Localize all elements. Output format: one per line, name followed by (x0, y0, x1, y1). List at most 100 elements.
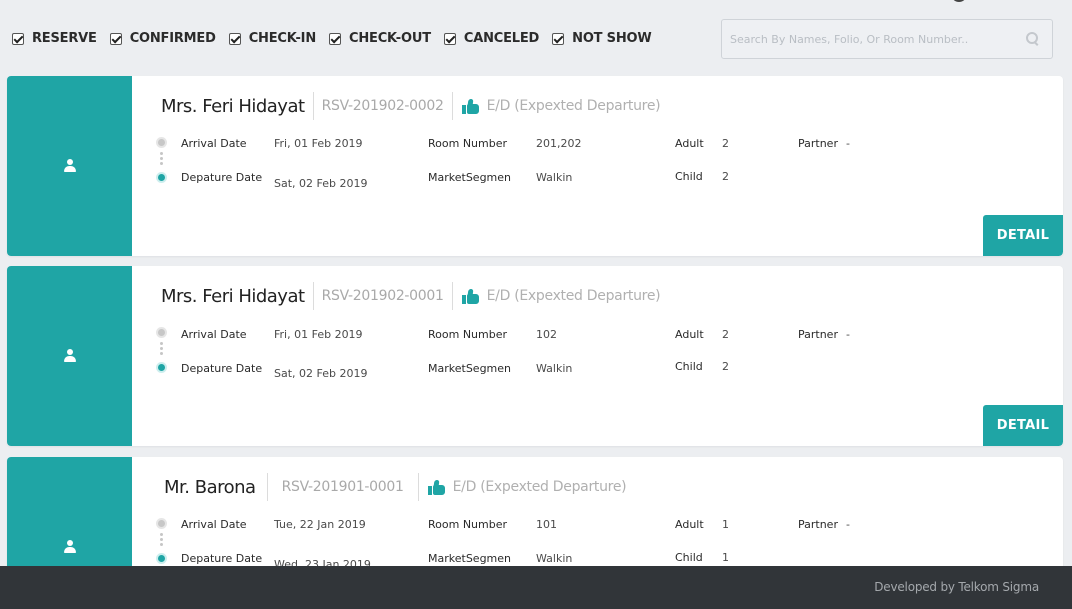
reservation-card: Mrs. Feri Hidayat RSV-201902-0002 E/D (E… (7, 76, 1063, 256)
departure-label: Depature Date (181, 362, 263, 375)
stay-timeline (155, 327, 169, 373)
status-text: E/D (Expexted Departure) (486, 98, 661, 114)
arrival-dot (156, 518, 167, 529)
market-segment: Walkin (536, 171, 573, 184)
arrival-dot (156, 327, 167, 338)
guest-avatar-panel (7, 76, 132, 256)
detail-button[interactable]: DETAIL (983, 405, 1063, 446)
filter-confirmed[interactable]: CONFIRMED (109, 31, 216, 46)
filter-label: CANCELED (463, 31, 540, 46)
confirmed-checkbox[interactable] (109, 32, 122, 45)
child-count: 2 (722, 360, 729, 373)
guest-name: Mrs. Feri Hidayat (161, 285, 305, 307)
departure-date: Sat, 02 Feb 2019 (274, 367, 368, 380)
partner-label: Partner (798, 328, 838, 341)
guest-name: Mr. Barona (164, 476, 256, 498)
filter-label: CHECK-IN (248, 31, 317, 46)
filter-check-in[interactable]: CHECK-IN (228, 31, 317, 46)
reservation-number: RSV-201901-0001 (281, 479, 404, 495)
user-icon (63, 349, 77, 363)
arrival-date: Fri, 01 Feb 2019 (274, 137, 363, 150)
filter-not-show[interactable]: NOT SHOW (552, 31, 652, 46)
child-label: Child (675, 551, 703, 564)
adult-count: 2 (722, 328, 729, 341)
partner-value: - (846, 518, 850, 531)
partner-label: Partner (798, 137, 838, 150)
filter-label: CONFIRMED (129, 31, 216, 46)
timeline-dots (160, 533, 163, 547)
thumbs-up-icon (461, 98, 479, 114)
departure-date: Sat, 02 Feb 2019 (274, 177, 368, 190)
room-label: Room Number (428, 328, 508, 341)
room-label: Room Number (428, 137, 508, 150)
filter-label: NOT SHOW (572, 31, 652, 46)
segment-label: MarketSegmen (428, 552, 511, 565)
room-label: Room Number (428, 518, 508, 531)
filter-check-out[interactable]: CHECK-OUT (329, 31, 431, 46)
search-box (721, 19, 1053, 59)
partner-label: Partner (798, 518, 838, 531)
departure-dot (156, 172, 167, 183)
room-number: 201,202 (536, 137, 582, 150)
stay-timeline (155, 518, 169, 564)
detail-button[interactable]: DETAIL (983, 215, 1063, 256)
reserve-checkbox[interactable] (12, 32, 24, 45)
guest-avatar-panel (7, 266, 132, 446)
partner-value: - (846, 328, 850, 341)
stay-timeline (155, 137, 169, 183)
status-badge: E/D (Expexted Departure) (419, 479, 627, 495)
child-label: Child (675, 360, 703, 373)
reservation-number: RSV-201902-0002 (321, 98, 444, 114)
arrival-label: Arrival Date (181, 518, 247, 531)
filter-reserve[interactable]: RESERVE (12, 31, 97, 46)
footer-credit: Developed by Telkom Sigma (874, 580, 1039, 594)
departure-dot (156, 553, 167, 564)
card-header: Mrs. Feri Hidayat RSV-201902-0001 E/D (E… (161, 281, 661, 311)
footer: Developed by Telkom Sigma (0, 566, 1072, 609)
child-count: 1 (722, 551, 729, 564)
room-number: 102 (536, 328, 557, 341)
departure-dot (156, 362, 167, 373)
arrival-label: Arrival Date (181, 137, 247, 150)
child-count: 2 (722, 170, 729, 183)
status-badge: E/D (Expexted Departure) (453, 98, 661, 114)
timeline-dots (160, 152, 163, 166)
search-input[interactable] (730, 32, 1026, 46)
check-in-checkbox[interactable] (228, 32, 241, 45)
departure-label: Depature Date (181, 552, 263, 565)
thumbs-up-icon (427, 479, 445, 495)
status-filters: RESERVE CONFIRMED CHECK-IN CHECK-OUT CAN… (12, 31, 665, 46)
adult-label: Adult (675, 328, 704, 341)
canceled-checkbox[interactable] (443, 32, 456, 45)
child-label: Child (675, 170, 703, 183)
not-show-checkbox[interactable] (552, 32, 565, 45)
segment-label: MarketSegmen (428, 171, 511, 184)
thumbs-up-icon (461, 288, 479, 304)
search-icon[interactable] (1026, 32, 1040, 46)
room-number: 101 (536, 518, 557, 531)
market-segment: Walkin (536, 552, 573, 565)
card-header: Mr. Barona RSV-201901-0001 E/D (Expexted… (164, 472, 627, 502)
arrival-dot (156, 137, 167, 148)
partner-value: - (846, 137, 850, 150)
filter-label: RESERVE (32, 31, 97, 46)
check-out-checkbox[interactable] (329, 32, 342, 45)
status-badge: E/D (Expexted Departure) (453, 288, 661, 304)
reservation-number: RSV-201902-0001 (321, 288, 444, 304)
filter-bar: RESERVE CONFIRMED CHECK-IN CHECK-OUT CAN… (0, 0, 1072, 76)
user-icon (63, 159, 77, 173)
guest-name: Mrs. Feri Hidayat (161, 95, 305, 117)
status-text: E/D (Expexted Departure) (486, 288, 661, 304)
status-text: E/D (Expexted Departure) (452, 479, 627, 495)
adult-count: 1 (722, 518, 729, 531)
departure-label: Depature Date (181, 171, 263, 184)
user-icon (63, 540, 77, 554)
adult-count: 2 (722, 137, 729, 150)
filter-label: CHECK-OUT (349, 31, 431, 46)
filter-canceled[interactable]: CANCELED (443, 31, 540, 46)
reservation-card: Mrs. Feri Hidayat RSV-201902-0001 E/D (E… (7, 266, 1063, 446)
arrival-label: Arrival Date (181, 328, 247, 341)
adult-label: Adult (675, 137, 704, 150)
timeline-dots (160, 342, 163, 356)
card-header: Mrs. Feri Hidayat RSV-201902-0002 E/D (E… (161, 91, 661, 121)
